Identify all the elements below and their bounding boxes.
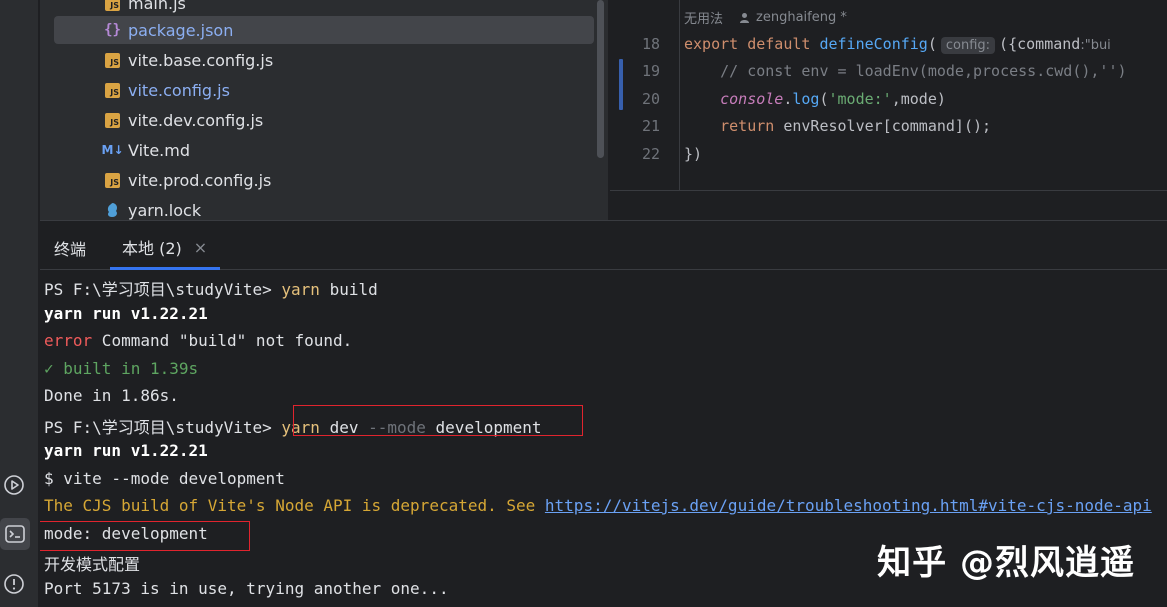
watermark: 知乎 @烈风逍遥	[877, 543, 1135, 583]
yarn-file-icon	[104, 202, 121, 218]
tree-item-label: vite.dev.config.js	[128, 110, 264, 130]
line-number: 19	[641, 62, 660, 80]
code-token: return	[720, 117, 775, 135]
js-file-icon: JS	[104, 82, 121, 98]
code-token: (	[819, 90, 829, 108]
tree-item-vite-config[interactable]: JS vite.config.js	[54, 76, 594, 104]
code-token: default	[738, 35, 820, 53]
parameter-hint: config:	[940, 37, 996, 54]
line-number: 20	[641, 90, 660, 108]
editor-bottom-area	[610, 190, 1167, 220]
code-token: defineConfig	[819, 35, 928, 53]
code-line-22: })	[684, 145, 703, 163]
author-hint[interactable]: zenghaifeng *	[756, 10, 847, 25]
code-token: (	[927, 35, 937, 53]
author-icon	[739, 12, 750, 23]
terminal-line: ✓ built in 1.39s	[44, 359, 199, 378]
error-text: Command "build" not found.	[92, 331, 353, 350]
code-token: envResolver[command]();	[774, 117, 992, 135]
code-line-18: export default defineConfig(config: ({com…	[684, 35, 1111, 54]
type-hint: :"bui	[1080, 38, 1111, 53]
usages-hint[interactable]: 无用法	[684, 8, 723, 27]
highlight-box-mode-output	[40, 521, 250, 551]
problems-icon[interactable]	[2, 572, 26, 596]
code-line-19: // const env = loadEnv(mode,process.cwd(…	[684, 62, 1127, 80]
code-token: ,mode)	[891, 90, 946, 108]
terminal-header: 终端 本地 (2) ×	[40, 220, 1167, 270]
tree-item-vite-md[interactable]: M↓ Vite.md	[54, 136, 594, 164]
js-file-icon: JS	[104, 0, 121, 11]
close-icon[interactable]: ×	[194, 238, 207, 257]
code-vision-hint[interactable]: 无用法 zenghaifeng *	[684, 8, 847, 27]
tree-item-label: vite.prod.config.js	[128, 170, 272, 190]
line-number: 21	[641, 117, 660, 135]
js-file-icon: JS	[104, 52, 121, 68]
warning-text: The CJS build of Vite's Node API is depr…	[44, 496, 545, 515]
terminal-line: yarn run v1.22.21	[44, 304, 208, 323]
code-token: log	[792, 90, 820, 108]
terminal-line: yarn run v1.22.21	[44, 441, 208, 460]
line-number: 18	[641, 35, 660, 53]
tree-item-vite-dev-config[interactable]: JS vite.dev.config.js	[54, 106, 594, 134]
run-icon[interactable]	[2, 473, 26, 497]
terminal-line: The CJS build of Vite's Node API is depr…	[44, 496, 1152, 523]
tool-window-strip	[0, 0, 39, 607]
tree-item-main-js[interactable]: JS main.js	[54, 0, 594, 17]
code-token: 'mode:'	[828, 90, 892, 108]
project-tree: JS main.js {} package.json JS vite.base.…	[40, 0, 608, 220]
terminal-icon[interactable]	[0, 518, 30, 550]
js-file-icon: JS	[104, 112, 121, 128]
terminal-line: $ vite --mode development	[44, 469, 285, 488]
editor-gutter: 18 19 20 21 22	[610, 0, 680, 190]
terminal-title: 终端	[54, 240, 87, 259]
code-editor[interactable]: 18 19 20 21 22 无用法 zenghaifeng * export …	[610, 0, 1167, 190]
terminal-tab-local[interactable]: 本地 (2) ×	[110, 227, 220, 270]
tree-item-label: Vite.md	[128, 140, 190, 160]
code-token: ({command	[999, 35, 1081, 53]
code-line-21: return envResolver[command]();	[684, 117, 991, 135]
code-token: console	[720, 90, 784, 108]
terminal-line: PS F:\学习项目\studyVite> yarn build	[44, 276, 378, 303]
tree-item-label: vite.config.js	[128, 80, 230, 100]
tree-item-label: package.json	[128, 20, 234, 40]
tree-item-label: vite.base.config.js	[128, 50, 274, 70]
docs-link[interactable]: https://vitejs.dev/guide/troubleshooting…	[545, 496, 1152, 515]
gutter-divider	[679, 0, 680, 190]
tree-item-vite-base-config[interactable]: JS vite.base.config.js	[54, 46, 594, 74]
prompt: PS F:\学习项目\studyVite>	[44, 280, 282, 299]
terminal-line: 开发模式配置	[44, 555, 141, 574]
line-number: 22	[641, 145, 660, 163]
terminal-tab-label: 本地 (2)	[122, 239, 182, 258]
vcs-change-marker[interactable]	[619, 59, 623, 110]
code-token: export	[684, 35, 739, 53]
command: yarn	[281, 280, 320, 299]
tree-item-vite-prod-config[interactable]: JS vite.prod.config.js	[54, 166, 594, 194]
tree-item-package-json[interactable]: {} package.json	[54, 16, 594, 44]
tree-scrollbar[interactable]	[597, 0, 604, 158]
terminal-line: Done in 1.86s.	[44, 386, 179, 405]
tree-item-label: yarn.lock	[128, 200, 202, 220]
highlight-box-command	[293, 405, 583, 436]
tree-item-yarn-lock[interactable]: yarn.lock	[54, 196, 594, 220]
json-file-icon: {}	[104, 22, 121, 38]
terminal-line: Port 5173 is in use, trying another one.…	[44, 579, 449, 598]
markdown-file-icon: M↓	[101, 143, 124, 157]
code-line-20: console.log('mode:',mode)	[684, 90, 946, 108]
terminal-line: error Command "build" not found.	[44, 331, 352, 358]
js-file-icon: JS	[104, 172, 121, 188]
error-label: error	[44, 331, 93, 350]
prompt: PS F:\学习项目\studyVite>	[44, 418, 282, 437]
command-arg: build	[319, 280, 378, 299]
tree-item-label: main.js	[128, 0, 186, 13]
